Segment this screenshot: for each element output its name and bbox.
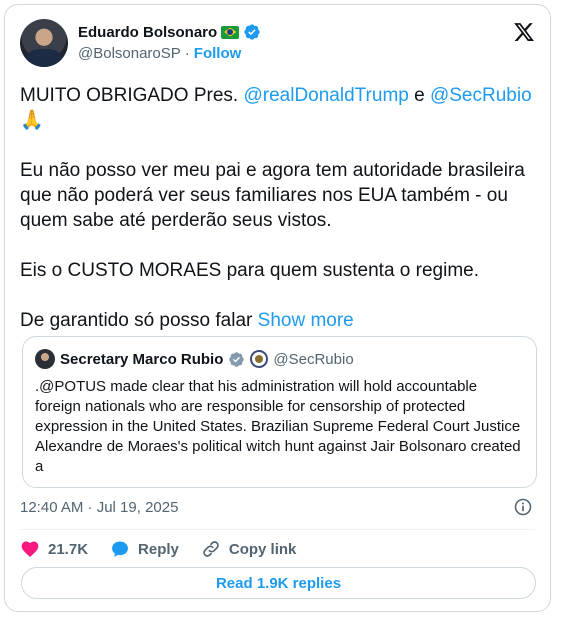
like-count: 21.7K [48,540,89,558]
heart-icon [21,541,39,557]
quoted-tweet[interactable]: Secretary Marco Rubio @SecRubio .@POTUS … [22,336,537,488]
quoted-author-avatar [35,349,55,369]
show-more-link[interactable]: Show more [258,310,354,331]
author-name[interactable]: Eduardo Bolsonaro [78,24,217,41]
read-replies-button[interactable]: Read 1.9K replies [21,567,536,599]
like-button[interactable]: 21.7K [20,539,88,559]
tweet-text-segment: e [408,85,430,106]
author-avatar[interactable] [20,19,68,67]
author-name-row: Eduardo Bolsonaro [78,23,261,41]
follow-button[interactable]: Follow [194,45,242,62]
tweet-card: Eduardo Bolsonaro @BolsonaroSP · Follow … [4,4,551,612]
link-icon [203,541,219,557]
copy-link-button[interactable]: Copy link [201,539,297,559]
tweet-timestamp[interactable]: 12:40 AM · Jul 19, 2025 [20,499,178,516]
state-department-seal-icon [250,350,269,368]
brazil-flag-icon [221,25,240,39]
tweet-header: Eduardo Bolsonaro @BolsonaroSP · Follow [20,19,535,71]
verified-badge-icon [244,24,260,40]
reply-button[interactable]: Reply [110,539,179,559]
quoted-tweet-text: .@POTUS made clear that his administrati… [35,378,521,475]
tweet-paragraph-3: Eis o CUSTO MORAES para quem sustenta o … [20,260,479,281]
government-verified-badge-icon [229,351,245,367]
author-handle[interactable]: @BolsonaroSP [78,45,181,62]
tweet-body: MUITO OBRIGADO Pres. @realDonaldTrump e … [20,83,535,333]
tweet-paragraph-2: Eu não posso ver meu pai e agora tem aut… [20,160,525,231]
copy-link-label: Copy link [228,540,297,558]
tweet-text-segment: MUITO OBRIGADO Pres. [20,85,244,106]
x-logo-icon[interactable] [513,21,535,43]
quoted-author-handle: @SecRubio [273,350,354,368]
reply-bubble-icon [112,541,128,557]
reply-label: Reply [138,540,179,558]
tweet-text-segment: De garantido só posso falar [20,310,258,331]
tweet-line-1: MUITO OBRIGADO Pres. @realDonaldTrump e … [20,83,535,108]
handle-separator: · [184,45,190,62]
tweet-paragraph-4: De garantido só posso falar Show more [20,308,535,333]
info-icon[interactable] [513,497,533,517]
quoted-tweet-header: Secretary Marco Rubio @SecRubio [35,349,354,369]
tweet-actions: 21.7K Reply Copy link [20,536,535,562]
quoted-author-name: Secretary Marco Rubio [60,350,224,368]
timestamp-row: 12:40 AM · Jul 19, 2025 [20,497,535,521]
praying-hands-emoji: 🙏 [20,110,44,131]
divider [20,529,535,530]
author-handle-row: @BolsonaroSP · Follow [78,45,241,62]
mention-secrubio[interactable]: @SecRubio [430,85,532,106]
mention-realdonaldtrump[interactable]: @realDonaldTrump [243,85,408,106]
